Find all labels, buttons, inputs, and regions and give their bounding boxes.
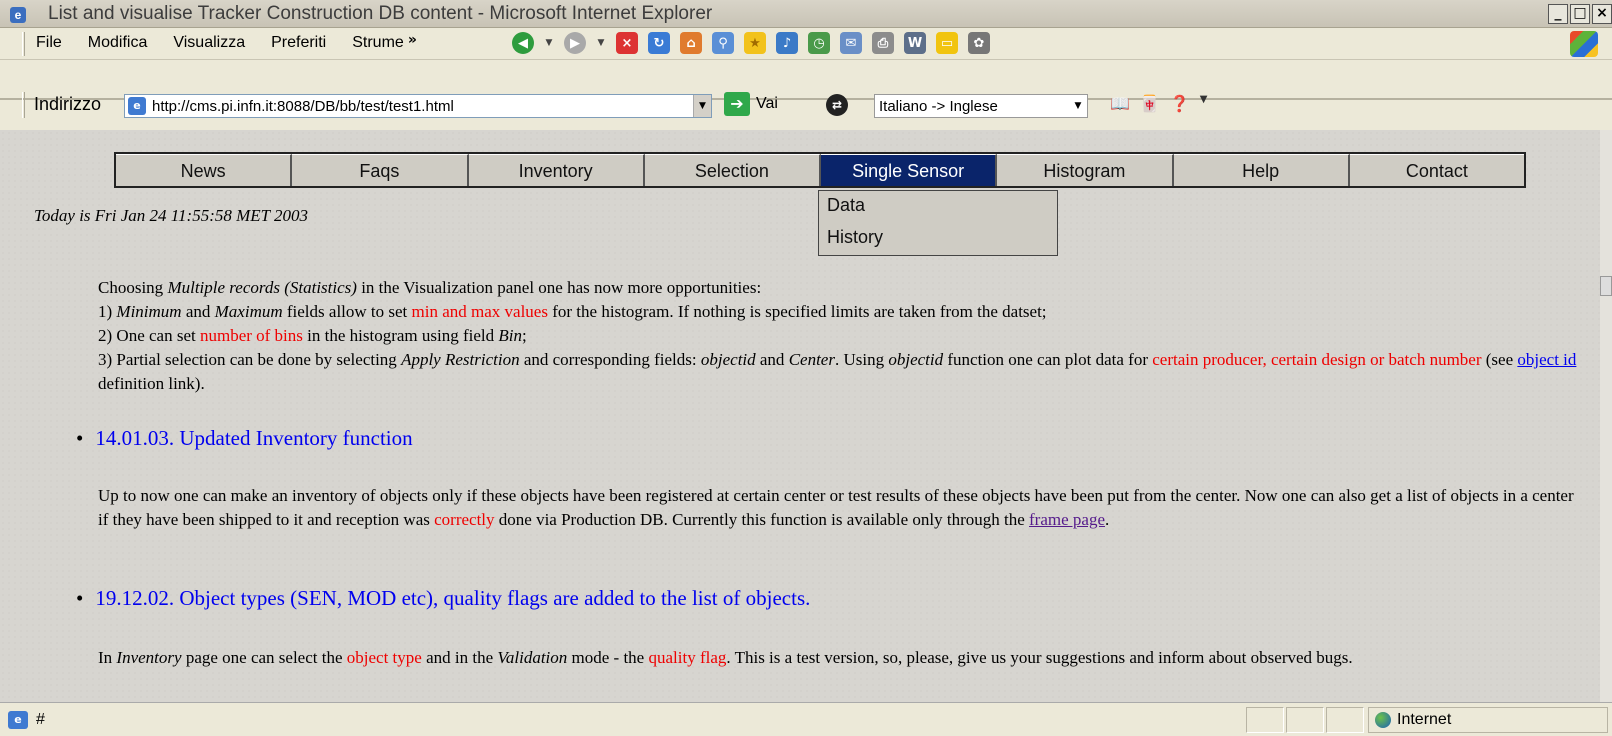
internet-globe-icon	[1375, 712, 1391, 728]
dropdown-item-history[interactable]: History	[819, 223, 1057, 255]
translate-dropdown-icon[interactable]: ▼	[1069, 101, 1087, 111]
news-text-inventory: Up to now one can make an inventory of o…	[98, 486, 1574, 529]
menu-overflow-chevron[interactable]: »	[408, 32, 417, 52]
address-grip[interactable]	[22, 92, 25, 118]
windows-logo-icon	[1570, 31, 1598, 57]
nav-inventory[interactable]: Inventory	[468, 154, 645, 186]
history-icon[interactable]: ◷	[808, 32, 830, 54]
messenger-icon[interactable]: ✿	[968, 32, 990, 54]
intro-line-2: 1) Minimum and Maximum fields allow to s…	[98, 302, 1047, 321]
address-url[interactable]: http://cms.pi.infn.it:8088/DB/bb/test/te…	[152, 98, 693, 115]
stop-icon[interactable]: ×	[616, 32, 638, 54]
security-zone[interactable]: Internet	[1368, 707, 1608, 733]
frame-page-link[interactable]: frame page	[1029, 510, 1105, 529]
go-label: Vai	[756, 95, 778, 112]
status-panes	[1246, 707, 1366, 733]
news-text-object-types: In Inventory page one can select the obj…	[98, 648, 1353, 667]
page-content: News Faqs Inventory Selection Single Sen…	[0, 130, 1600, 702]
menu-preferiti[interactable]: Preferiti	[271, 34, 326, 52]
dictionary-icon[interactable]: 📖	[1110, 94, 1130, 113]
mail-icon[interactable]: ✉	[840, 32, 862, 54]
menu-items: File Modifica Visualizza Preferiti Strum…	[36, 32, 443, 52]
status-page-icon: e	[8, 711, 28, 729]
minimize-button[interactable]: _	[1548, 4, 1568, 24]
search-icon[interactable]: ⚲	[712, 32, 734, 54]
help-dropdown-icon[interactable]: ▼	[1200, 94, 1208, 113]
standard-toolbar: ◀ ▼ ▶ ▼ × ↻ ⌂ ⚲ ★ ♪ ◷ ✉ ⎙ W ▭ ✿	[512, 32, 990, 54]
help-icon[interactable]: ❓	[1170, 94, 1190, 113]
address-dropdown-icon[interactable]: ▼	[693, 95, 711, 117]
status-pane	[1246, 707, 1284, 733]
title-bar: e List and visualise Tracker Constructio…	[0, 0, 1612, 28]
menu-file[interactable]: File	[36, 34, 62, 52]
favorites-icon[interactable]: ★	[744, 32, 766, 54]
menu-bar: File Modifica Visualizza Preferiti Strum…	[0, 28, 1612, 60]
forward-dropdown-icon[interactable]: ▼	[596, 32, 606, 54]
news-heading-inventory: • 14.01.03. Updated Inventory function	[76, 426, 413, 450]
window-controls: _ □ ×	[1546, 4, 1612, 24]
intro-line-1: Choosing Multiple records (Statistics) i…	[98, 278, 762, 297]
maximize-button[interactable]: □	[1570, 4, 1590, 24]
vertical-scrollbar[interactable]	[1600, 130, 1612, 702]
go-arrow-icon: ➔	[724, 92, 750, 116]
translate-select[interactable]: Italiano -> Inglese ▼	[874, 94, 1088, 118]
go-button[interactable]: ➔ Vai	[724, 92, 778, 116]
nav-help[interactable]: Help	[1173, 154, 1350, 186]
menu-visualizza[interactable]: Visualizza	[173, 34, 245, 52]
status-pane	[1286, 707, 1324, 733]
nav-contact[interactable]: Contact	[1349, 154, 1524, 186]
toolbar-grip[interactable]	[22, 32, 25, 56]
back-icon[interactable]: ◀	[512, 32, 534, 54]
translate-tools-icon[interactable]: 🀄	[1140, 94, 1160, 113]
status-bar: e # Internet	[0, 702, 1612, 736]
status-pane	[1326, 707, 1364, 733]
menu-modifica[interactable]: Modifica	[88, 34, 148, 52]
window-title: List and visualise Tracker Construction …	[48, 3, 713, 24]
address-label: Indirizzo	[34, 94, 102, 114]
edit-icon[interactable]: W	[904, 32, 926, 54]
intro-line-4: 3) Partial selection can be done by sele…	[98, 350, 1577, 393]
single-sensor-dropdown: Data History	[818, 190, 1058, 256]
nav-histogram[interactable]: Histogram	[997, 154, 1174, 186]
intro-text: Choosing Multiple records (Statistics) i…	[98, 276, 1588, 396]
close-button[interactable]: ×	[1592, 4, 1612, 24]
current-date: Today is Fri Jan 24 11:55:58 MET 2003	[34, 206, 309, 225]
nav-faqs[interactable]: Faqs	[292, 154, 469, 186]
nav-news[interactable]: News	[116, 154, 293, 186]
nav-selection[interactable]: Selection	[644, 154, 821, 186]
zone-label: Internet	[1397, 711, 1452, 728]
status-text: #	[36, 711, 45, 728]
extra-toolbar: 📖 🀄 ❓ ▼	[1110, 94, 1207, 113]
address-field[interactable]: e http://cms.pi.infn.it:8088/DB/bb/test/…	[124, 94, 712, 118]
intro-line-3: 2) One can set number of bins in the his…	[98, 326, 527, 345]
scroll-thumb[interactable]	[1600, 276, 1612, 296]
site-nav: News Faqs Inventory Selection Single Sen…	[114, 152, 1526, 188]
discuss-icon[interactable]: ▭	[936, 32, 958, 54]
refresh-icon[interactable]: ↻	[648, 32, 670, 54]
menu-strumenti[interactable]: Strume	[352, 34, 404, 52]
nav-single-sensor[interactable]: Single Sensor	[821, 154, 998, 186]
dropdown-item-data[interactable]: Data	[819, 191, 1057, 223]
forward-icon[interactable]: ▶	[564, 32, 586, 54]
back-dropdown-icon[interactable]: ▼	[544, 32, 554, 54]
translate-value: Italiano -> Inglese	[879, 97, 998, 115]
page-icon: e	[128, 97, 146, 115]
translate-icon[interactable]: ⇄	[826, 94, 848, 116]
home-icon[interactable]: ⌂	[680, 32, 702, 54]
ie-app-icon[interactable]: e	[10, 7, 26, 23]
print-icon[interactable]: ⎙	[872, 32, 894, 54]
media-icon[interactable]: ♪	[776, 32, 798, 54]
news-heading-object-types: • 19.12.02. Object types (SEN, MOD etc), …	[76, 586, 811, 610]
object-id-link[interactable]: object id	[1517, 350, 1576, 369]
